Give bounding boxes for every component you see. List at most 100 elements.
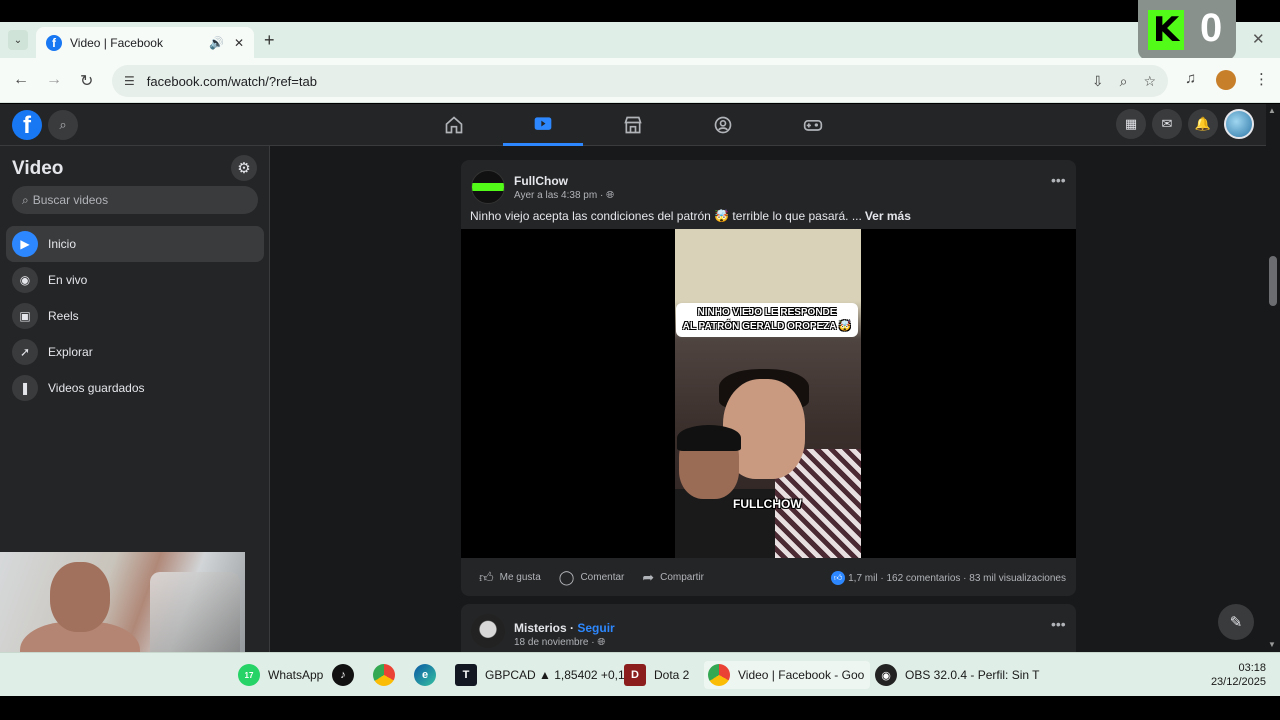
page-scrollbar[interactable]: ▲ ▼: [1266, 104, 1280, 652]
share-button[interactable]: ➦ Compartir: [642, 569, 704, 586]
post-time[interactable]: Ayer a las 4:38 pm · 🌐︎: [514, 190, 614, 201]
video-caption: NINHO VIEJO LE RESPONDE AL PATRÓN GERALD…: [676, 303, 858, 337]
profile-avatar[interactable]: [1216, 70, 1236, 90]
browser-tab-bar: ⌄ f Video | Facebook 🔊 ✕ + ✕: [0, 22, 1280, 58]
post-options-icon[interactable]: •••: [1051, 616, 1066, 632]
like-button[interactable]: 👍︎ Me gusta: [479, 569, 541, 586]
post-author-name[interactable]: Misterios: [514, 621, 567, 635]
streamer-face: [50, 562, 110, 632]
likes-count[interactable]: 1,7 mil: [848, 573, 877, 584]
clock-date: 23/12/2025: [1210, 676, 1266, 688]
clock-time: 03:18: [1238, 662, 1266, 674]
taskbar-tiktok[interactable]: ♪: [332, 661, 362, 689]
thumbs-up-icon: 👍︎: [479, 568, 494, 585]
video-frame: NINHO VIEJO LE RESPONDE AL PATRÓN GERALD…: [675, 229, 861, 558]
settings-gear-icon[interactable]: ⚙: [231, 155, 257, 181]
tab-facebook-video[interactable]: f Video | Facebook 🔊 ✕: [36, 27, 254, 58]
post-time-text: Ayer a las 4:38 pm ·: [514, 190, 604, 201]
facebook-header: f ⌕ ▦ ✉ 🔔: [0, 104, 1266, 146]
media-controls-icon[interactable]: ♫: [1185, 70, 1196, 87]
taskbar-chrome[interactable]: [373, 661, 403, 689]
facebook-logo-icon[interactable]: f: [12, 110, 42, 140]
search-icon: ⌕: [22, 192, 29, 207]
taskbar-label: Video | Facebook - Goo: [738, 668, 865, 682]
dot-separator: ·: [960, 572, 970, 584]
post-options-icon[interactable]: •••: [1051, 172, 1066, 188]
taskbar-clock[interactable]: 03:18 23/12/2025: [1196, 661, 1266, 689]
whatsapp-badge: 17: [244, 670, 254, 680]
author-avatar[interactable]: [471, 614, 505, 648]
zoom-icon[interactable]: ⌕: [1120, 73, 1128, 90]
video-search-input[interactable]: [32, 193, 233, 207]
post-text: Ninho viejo acepta las condiciones del p…: [470, 209, 911, 223]
scroll-up-icon[interactable]: ▲: [1268, 106, 1276, 115]
obs-icon: ◉: [875, 664, 897, 686]
window-close-icon[interactable]: ✕: [1252, 30, 1265, 48]
video-player[interactable]: NINHO VIEJO LE RESPONDE AL PATRÓN GERALD…: [461, 229, 1076, 558]
back-arrow-icon[interactable]: ←: [13, 71, 29, 89]
nav-gaming-icon[interactable]: [773, 104, 853, 146]
tab-title: Video | Facebook: [70, 35, 163, 50]
taskbar-whatsapp[interactable]: 17 WhatsApp: [238, 661, 323, 689]
comment-button[interactable]: ◯ Comentar: [559, 569, 625, 586]
address-bar[interactable]: ☰ facebook.com/watch/?ref=tab ⇩ ⌕ ☆: [112, 65, 1168, 97]
search-icon[interactable]: ⌕: [48, 110, 78, 140]
post-date[interactable]: 18 de noviembre · 🌐︎: [514, 637, 605, 648]
sidebar-item-videos-guardados[interactable]: ❚ Videos guardados: [6, 370, 264, 406]
sidebar-item-explorar[interactable]: ➚ Explorar: [6, 334, 264, 370]
site-info-icon[interactable]: ☰: [124, 74, 135, 88]
install-app-icon[interactable]: ⇩: [1092, 73, 1104, 90]
screen: { "browser": { "tab_title": "Video | Fac…: [0, 0, 1280, 720]
sidebar-item-en-vivo[interactable]: ◉ En vivo: [6, 262, 264, 298]
taskbar-chrome-window[interactable]: Video | Facebook - Goo: [704, 661, 871, 689]
tab-close-icon[interactable]: ✕: [234, 36, 244, 50]
compose-edit-icon[interactable]: ✎: [1218, 604, 1254, 640]
taskbar-obs[interactable]: ◉ OBS 32.0.4 - Perfil: Sin T: [875, 661, 1040, 689]
speaker-icon[interactable]: 🔊: [209, 36, 224, 50]
taskbar-edge[interactable]: e: [414, 661, 444, 689]
sidebar-item-inicio[interactable]: ▶ Inicio: [6, 226, 264, 262]
taskbar-label: GBPCAD ▲ 1,85402 +0,1: [485, 668, 625, 682]
nav-marketplace-icon[interactable]: [593, 104, 673, 146]
kick-overlay: K 0: [1138, 0, 1236, 60]
comment-label: Comentar: [580, 571, 625, 583]
taskbar-tradingview[interactable]: T GBPCAD ▲ 1,85402 +0,1: [455, 661, 625, 689]
comments-count[interactable]: 162 comentarios: [886, 573, 960, 584]
video-caption-line2: AL PATRÓN GERALD OROPEZA 🤯: [682, 321, 852, 332]
nav-video-icon[interactable]: [503, 104, 583, 146]
sidebar-item-label: Inicio: [48, 237, 77, 251]
scroll-down-icon[interactable]: ▼: [1268, 640, 1276, 649]
nav-groups-icon[interactable]: [683, 104, 763, 146]
sidebar-item-label: Videos guardados: [48, 381, 145, 395]
next-post: Misterios · Seguir 18 de noviembre · 🌐︎ …: [461, 604, 1076, 652]
taskbar-label: OBS 32.0.4 - Perfil: Sin T: [905, 668, 1040, 682]
sidebar-title: Video: [12, 158, 64, 179]
tradingview-icon: T: [455, 664, 477, 686]
chrome-icon: [708, 664, 730, 686]
views-count: 83 mil visualizaciones: [969, 572, 1066, 584]
scrollbar-thumb[interactable]: [1269, 256, 1277, 306]
notifications-bell-icon[interactable]: 🔔: [1188, 109, 1218, 139]
author-avatar[interactable]: [471, 170, 505, 204]
letterbox-bottom: [0, 696, 1280, 720]
taskbar-label: Dota 2: [654, 668, 690, 682]
nav-home-icon[interactable]: [414, 104, 494, 146]
messenger-icon[interactable]: ✉: [1152, 109, 1182, 139]
video-figure2-cap: [677, 425, 741, 451]
account-avatar[interactable]: [1224, 109, 1254, 139]
menu-grid-icon[interactable]: ▦: [1116, 109, 1146, 139]
browser-menu-icon[interactable]: ⋮: [1254, 70, 1269, 88]
see-more-link[interactable]: Ver más: [865, 209, 911, 223]
forward-arrow-icon[interactable]: →: [46, 71, 62, 89]
new-tab-plus-icon[interactable]: +: [264, 30, 275, 51]
bookmark-star-icon[interactable]: ☆: [1143, 73, 1156, 90]
sidebar-item-reels[interactable]: ▣ Reels: [6, 298, 264, 334]
taskbar-dota[interactable]: D Dota 2: [624, 661, 689, 689]
tab-list-chevron-icon[interactable]: ⌄: [8, 30, 28, 50]
video-search[interactable]: ⌕: [12, 186, 258, 214]
post-author[interactable]: FullChow: [514, 174, 568, 188]
reload-icon[interactable]: ↻: [80, 71, 93, 91]
url-text[interactable]: facebook.com/watch/?ref=tab: [147, 74, 1076, 89]
chrome-icon: [373, 664, 395, 686]
follow-link[interactable]: Seguir: [577, 621, 614, 635]
